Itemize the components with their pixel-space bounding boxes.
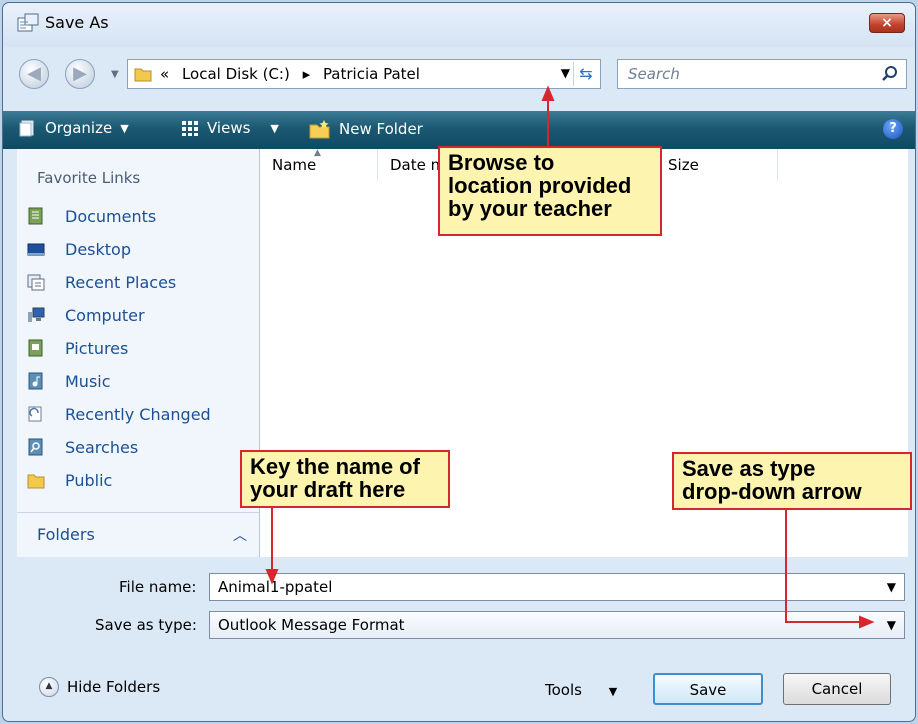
arrow-to-save-type-dropdown [785, 510, 860, 623]
arrowhead-icon [541, 85, 555, 101]
arrowhead-icon [265, 569, 279, 585]
arrowhead-icon [859, 615, 875, 629]
callout-arrows [265, 85, 875, 629]
